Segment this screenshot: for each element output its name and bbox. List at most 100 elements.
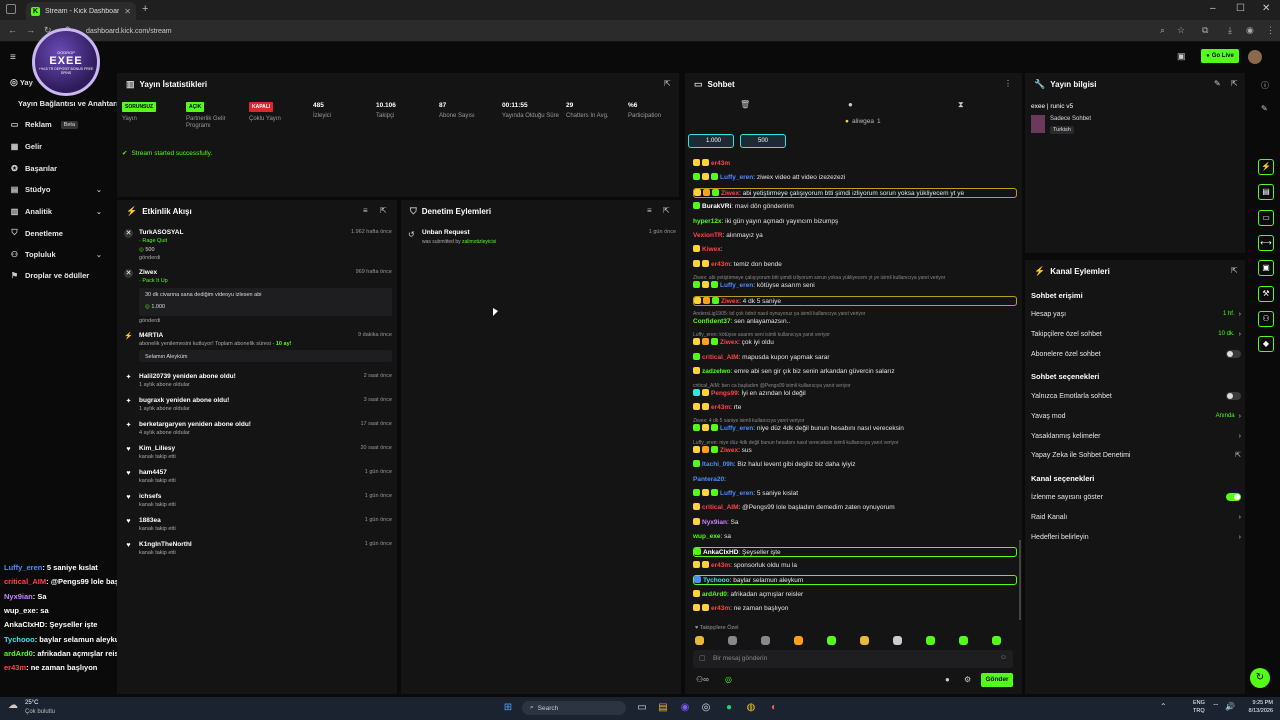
lang-indicator[interactable]: ENG [1193,700,1205,706]
emote-icon[interactable] [926,636,935,645]
chat-message[interactable]: Luffy_eren: niye düz 4dk değil bunun hes… [693,424,1017,434]
goal-chip-1[interactable]: 1.000 [688,134,734,148]
expand-icon[interactable]: ⇱ [380,206,387,215]
nav-item-topluluk[interactable]: ⚇ Topluluk ⌄ [10,250,102,259]
bolt-icon[interactable]: ⚡ [1258,159,1274,175]
setting-control[interactable]: Anında › [1216,413,1241,420]
lang-indicator-2[interactable]: TRQ [1193,708,1205,714]
document-icon[interactable]: ▤ [1258,184,1274,201]
chat-message[interactable]: VexionTR: alınmayız ya [693,231,1017,241]
nav-item-reklam[interactable]: ▭ Reklam Beta [10,120,79,129]
chat-username[interactable]: hyper12x [693,218,722,225]
close-tab-icon[interactable]: ✕ [124,7,131,16]
setting-row[interactable]: Abonelere özel sohbet [1031,349,1241,359]
chat-message[interactable]: er43m: ne zaman başlıyon [693,604,1017,614]
close-window-button[interactable]: ✕ [1262,3,1270,14]
emote-icon[interactable] [695,636,704,645]
chat-username[interactable]: Ziwex [721,298,739,305]
send-button[interactable]: Gönder [981,673,1013,687]
emoji-icon[interactable]: ☺ [1000,654,1007,661]
chat-message[interactable]: Pengs99: İyi en azından lol değil [693,388,1017,399]
expand-icon[interactable]: ⇱ [1231,266,1238,275]
setting-row[interactable]: İzlenme sayısını göster [1031,492,1241,502]
chat-message[interactable]: er43m: temiz don bende [693,259,1017,270]
nav-item-stream-key[interactable]: Yayın Bağlantısı ve Anahtarı [18,99,118,108]
hourglass-icon[interactable]: ⧗ [958,100,964,110]
file-explorer-icon[interactable]: ▤ [655,700,671,716]
chat-username[interactable]: er43m [711,160,730,167]
chat-username[interactable]: Nyx9ian [702,519,727,526]
windows-start-icon[interactable]: ⊞ [500,700,516,716]
edit-pencil-icon[interactable]: ✎ [1214,79,1221,88]
setting-row[interactable]: Raid Kanalı › [1031,512,1241,522]
activity-item[interactable]: ✦ berketargaryen yeniden abone oldu! 17 sa… [124,421,392,441]
chat-message[interactable]: er43m: sponsorluk oldu mu la [693,561,1017,571]
chat-message[interactable]: hyper12x: iki gün yayın açmadı yayıncım … [693,217,1017,227]
chat-message[interactable]: Nyx9ian: Sa [693,517,1017,528]
activity-item[interactable]: ✕ Ziwex 969 hafta önce · Pack It Up gönderdi… [124,269,392,324]
chat-message[interactable]: Ziwex: sus [693,445,1017,456]
chat-message[interactable]: zadzelwo: emre abi sen gir çık biz senin… [693,367,1017,377]
chat-username[interactable]: VexionTR [693,232,723,239]
emote-icon[interactable] [794,636,803,645]
chat-message[interactable]: Itachi_09h: Biz halul levent gibi degili… [693,460,1017,470]
chat-message[interactable]: Tychooo: baylar selamun aleykum [693,575,1017,586]
chat-username[interactable]: Confident37 [693,318,731,325]
chat-username[interactable]: critical_AIM [702,354,739,361]
chat-username[interactable]: Luffy_eren [720,282,753,289]
filter-icon[interactable]: ≡ [363,206,368,215]
setting-row[interactable]: Hesap yaşı 1 hf. › [1031,309,1241,319]
arrows-icon[interactable]: ⟷ [1258,234,1274,251]
setting-control[interactable]: › [1239,433,1241,440]
setting-control[interactable]: 10 dk. › [1218,331,1241,338]
toggle-switch[interactable] [1226,350,1241,358]
hamburger-icon[interactable]: ≡ [10,52,16,63]
pinned-user[interactable]: ● aliwgea 1 [845,118,881,125]
setting-control[interactable]: › [1239,514,1241,521]
chat-icon[interactable]: ▭ [1258,209,1274,226]
chat-username[interactable]: ardArd0 [702,591,727,598]
chat-username[interactable]: AnkaCIxHD [703,549,738,556]
chat-username[interactable]: er43m [711,605,730,612]
tray-chevron-icon[interactable]: ⌃ [1160,702,1167,711]
taskbar-search[interactable]: ⌕ Search [522,701,626,715]
discord-icon[interactable]: ◉ [677,700,693,716]
chat-username[interactable]: Luffy_eren [720,490,753,497]
kick-coin-icon[interactable]: ◎ [725,675,732,684]
chat-username[interactable]: Tychooo [703,577,730,584]
chat-message[interactable]: AnkaCIxHD: Şeyseller işte [693,546,1017,557]
chat-message[interactable]: Pantera20: [693,475,1017,485]
settings-gear-icon[interactable]: ⚙ [964,675,971,684]
chat-username[interactable]: er43m [711,404,730,411]
activity-item[interactable]: ♥ ham4457 1 gün önce kanalı takip etti [124,469,392,489]
display-icon[interactable]: ▣ [1177,51,1186,62]
obs-icon[interactable]: ◐ [766,700,782,716]
volume-icon[interactable]: 🔊 [1225,702,1235,711]
activity-item[interactable]: ✦ bugraxk yeniden abone oldu! 3 saat önce 1… [124,397,392,417]
setting-row[interactable]: Hedefleri belirleyin › [1031,532,1241,542]
chat-message[interactable]: wup_exe: sa [693,532,1017,542]
chat-message[interactable]: Ziwex: çok iyi oldu [693,338,1017,348]
chat-input[interactable]: ▢ Bir mesaj gönderin ☺ [693,650,1013,668]
share-icon[interactable]: ⚇ [1258,310,1274,327]
chat-username[interactable]: wup_exe [693,533,720,540]
nav-item-gelir[interactable]: ▦ Gelir [10,142,42,151]
setting-row[interactable]: Yasaklanmış kelimeler › [1031,431,1241,441]
setting-control[interactable] [1226,392,1241,400]
chat-username[interactable]: Pantera20 [693,476,724,483]
chat-username[interactable]: er43m [711,562,730,569]
chat-username[interactable]: critical_AIM [702,504,739,511]
refresh-fab-button[interactable]: ↻ [1250,668,1270,688]
setting-control[interactable] [1226,493,1241,501]
filter-icon[interactable]: ≡ [647,206,652,215]
toggle-switch[interactable] [1226,392,1241,400]
expand-icon[interactable]: ⇱ [663,206,670,215]
emote-icon[interactable] [992,636,1001,645]
chat-username[interactable]: Pengs99 [711,390,738,397]
emote-icon[interactable] [860,636,869,645]
maximize-button[interactable]: ☐ [1236,3,1245,14]
chat-message[interactable]: Ziwex: 4 dk 5 saniye [693,295,1017,306]
chat-message[interactable]: Luffy_eren: kötüyse asarım seni [693,281,1017,291]
chat-username[interactable]: Itachi_09h [702,461,734,468]
chat-message[interactable]: er43m: rte [693,403,1017,413]
